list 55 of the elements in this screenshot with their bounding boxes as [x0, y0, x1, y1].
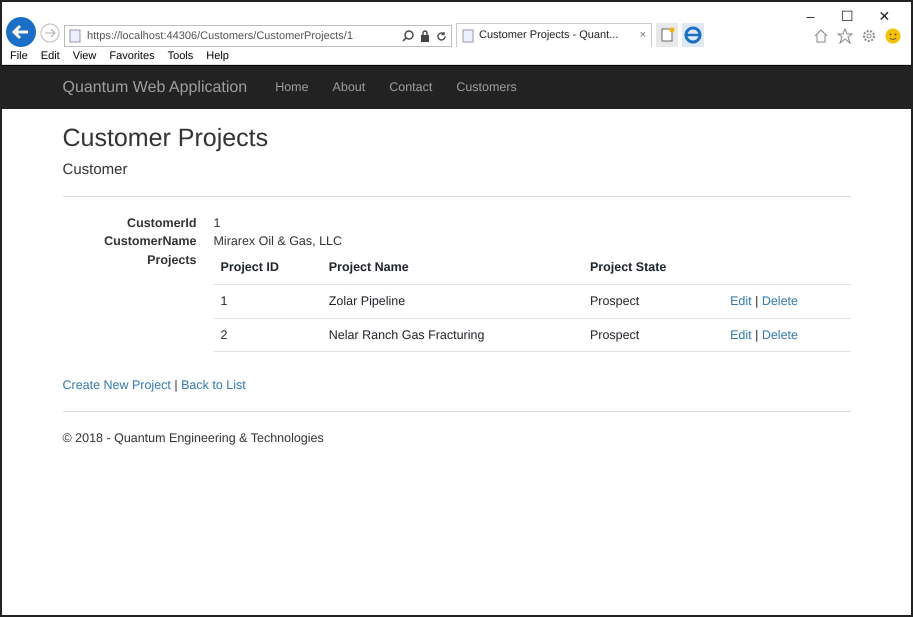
search-icon[interactable] [402, 30, 414, 42]
field-label: Projects [146, 252, 196, 269]
back-icon[interactable] [6, 17, 36, 47]
table-cell: Zolar Pipeline [322, 284, 583, 318]
star-icon[interactable] [837, 28, 853, 44]
field-label: CustomerId [126, 214, 196, 232]
link-separator: | [755, 328, 758, 342]
browser-logo-icon[interactable] [682, 23, 704, 47]
edit-link[interactable]: Edit [730, 294, 752, 308]
delete-link[interactable]: Delete [762, 328, 798, 342]
column-header: Project ID [214, 251, 322, 284]
page-link[interactable]: Create New Project [62, 378, 171, 392]
link-separator: | [174, 378, 178, 392]
menu-item[interactable]: File [10, 48, 28, 64]
page-icon [69, 29, 81, 43]
nav-link[interactable]: Contact [389, 78, 432, 97]
new-tab-icon[interactable] [656, 23, 678, 47]
menu-item[interactable]: View [72, 48, 96, 64]
footer-text: © 2018 - Quantum Engineering & Technologies [62, 430, 325, 447]
column-header: Project State [582, 251, 724, 284]
column-header: Project Name [322, 251, 583, 284]
nav-link[interactable]: Home [275, 78, 309, 97]
tab-close[interactable]: × [640, 27, 646, 44]
address-bar[interactable]: https://localhost:44306/Customers/CustomerProjects/1 [64, 25, 452, 47]
table-cell: 2 [214, 318, 322, 352]
smiley-icon[interactable] [885, 28, 901, 44]
field-label: CustomerName [103, 233, 196, 250]
table-cell: 1 [214, 284, 322, 318]
browser-tab[interactable]: Customer Projects - Quant... × [456, 23, 652, 47]
close-button[interactable]: ✕ [866, 6, 903, 27]
menu-item[interactable]: Help [206, 48, 229, 64]
field-value: Mirarex Oil & Gas, LLC [214, 233, 344, 250]
page-link[interactable]: Back to List [181, 378, 246, 392]
refresh-icon[interactable] [436, 30, 447, 42]
minimize-button[interactable]: – [792, 6, 829, 27]
home-icon[interactable] [813, 28, 829, 44]
brand-link[interactable]: Quantum Web Application [62, 76, 248, 100]
lock-icon [420, 30, 430, 42]
table-cell: Prospect [582, 318, 724, 352]
nav-link[interactable]: Customers [456, 78, 517, 97]
edit-link[interactable]: Edit [730, 328, 752, 342]
section-heading: Customer [62, 160, 129, 180]
page-icon [462, 28, 474, 42]
link-separator: | [755, 294, 758, 308]
table-cell: Prospect [582, 284, 724, 318]
page-title: Customer Projects [62, 123, 270, 153]
nav-link[interactable]: About [332, 78, 366, 97]
settings-icon[interactable] [861, 28, 877, 44]
field-value: 1 [214, 214, 222, 232]
menu-item[interactable]: Favorites [109, 48, 155, 64]
table-cell: Nelar Ranch Gas Fracturing [322, 318, 583, 352]
delete-link[interactable]: Delete [762, 294, 798, 308]
menu-item[interactable]: Tools [168, 48, 194, 64]
maximize-button[interactable]: ☐ [829, 6, 866, 27]
menu-item[interactable]: Edit [40, 48, 60, 64]
